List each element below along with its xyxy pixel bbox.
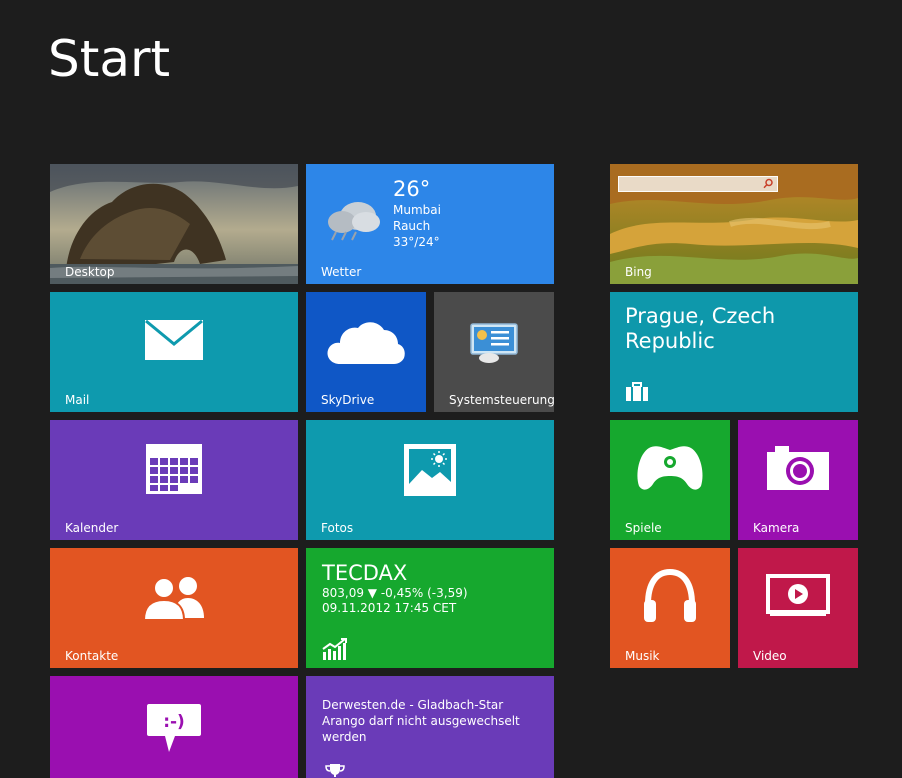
tile-contacts[interactable]: Kontakte (50, 548, 298, 668)
tile-label: Mail (65, 393, 90, 407)
tile-travel[interactable]: Prague, Czech Republic (610, 292, 858, 412)
finance-index-name: TECDAX (322, 561, 408, 585)
suitcase-icon (626, 382, 648, 401)
finance-info: TECDAX 803,09 ▼ -0,45% (-3,59) 09.11.201… (322, 560, 468, 616)
tile-bing[interactable]: Bing (610, 164, 858, 284)
tile-calendar[interactable]: Kalender (50, 420, 298, 540)
travel-destination: Prague, Czech Republic (625, 304, 776, 353)
mail-envelope-icon (145, 320, 203, 360)
people-icon (142, 577, 204, 620)
tile-label: Kontakte (65, 649, 119, 663)
tile-photos[interactable]: Fotos (306, 420, 554, 540)
cloud-sun-icon (328, 202, 380, 241)
tile-label: Video (753, 649, 787, 663)
tile-label: Kamera (753, 521, 800, 535)
svg-text::-): :-) (163, 712, 185, 732)
tile-label: Bing (625, 265, 652, 279)
photo-icon (404, 444, 456, 496)
video-player-icon (766, 574, 830, 616)
camera-icon (767, 446, 829, 490)
tile-label: Wetter (321, 265, 362, 279)
search-icon (763, 178, 773, 189)
control-panel-icon (470, 323, 518, 363)
tile-mail[interactable]: Mail (50, 292, 298, 412)
trophy-icon (325, 764, 345, 777)
page-title: Start (48, 30, 171, 88)
cloud-icon (327, 322, 405, 364)
finance-timestamp: 09.11.2012 17:45 CET (322, 601, 457, 615)
tile-label: Desktop (65, 265, 115, 279)
tile-weather[interactable]: 26° Mumbai Rauch 33°/24° Wetter (306, 164, 554, 284)
headphones-icon (644, 568, 696, 622)
tile-news[interactable]: Derwesten.de - Gladbach-Star Arango darf… (306, 676, 554, 778)
tile-skydrive[interactable]: SkyDrive (306, 292, 426, 412)
tile-messaging[interactable]: :-) (50, 676, 298, 778)
game-controller-icon (637, 446, 703, 490)
tile-label: Fotos (321, 521, 354, 535)
bing-search-input[interactable] (618, 176, 778, 192)
tile-label: Musik (625, 649, 660, 663)
tile-camera[interactable]: Kamera (738, 420, 858, 540)
tile-video[interactable]: Video (738, 548, 858, 668)
weather-city: Mumbai (393, 203, 441, 217)
weather-info: 26° Mumbai Rauch 33°/24° (393, 176, 441, 250)
tile-label: Systemsteuerung (449, 393, 554, 407)
tile-games[interactable]: Spiele (610, 420, 730, 540)
weather-condition: Rauch (393, 219, 431, 233)
weather-temperature: 26° (393, 177, 431, 201)
tile-desktop[interactable]: Desktop (50, 164, 298, 284)
tile-label: SkyDrive (321, 393, 375, 407)
news-headline: Derwesten.de - Gladbach-Star Arango darf… (322, 698, 520, 744)
chat-bubble-icon: :-) (147, 704, 201, 752)
finance-chart-icon (322, 638, 347, 660)
tile-label: Kalender (65, 521, 119, 535)
tile-finance[interactable]: TECDAX 803,09 ▼ -0,45% (-3,59) 09.11.201… (306, 548, 554, 668)
tile-label: Spiele (625, 521, 662, 535)
calendar-icon (146, 444, 202, 494)
finance-quote: 803,09 ▼ -0,45% (-3,59) (322, 586, 468, 600)
weather-range: 33°/24° (393, 235, 440, 249)
tile-control-panel[interactable]: Systemsteuerung (434, 292, 554, 412)
tile-music[interactable]: Musik (610, 548, 730, 668)
